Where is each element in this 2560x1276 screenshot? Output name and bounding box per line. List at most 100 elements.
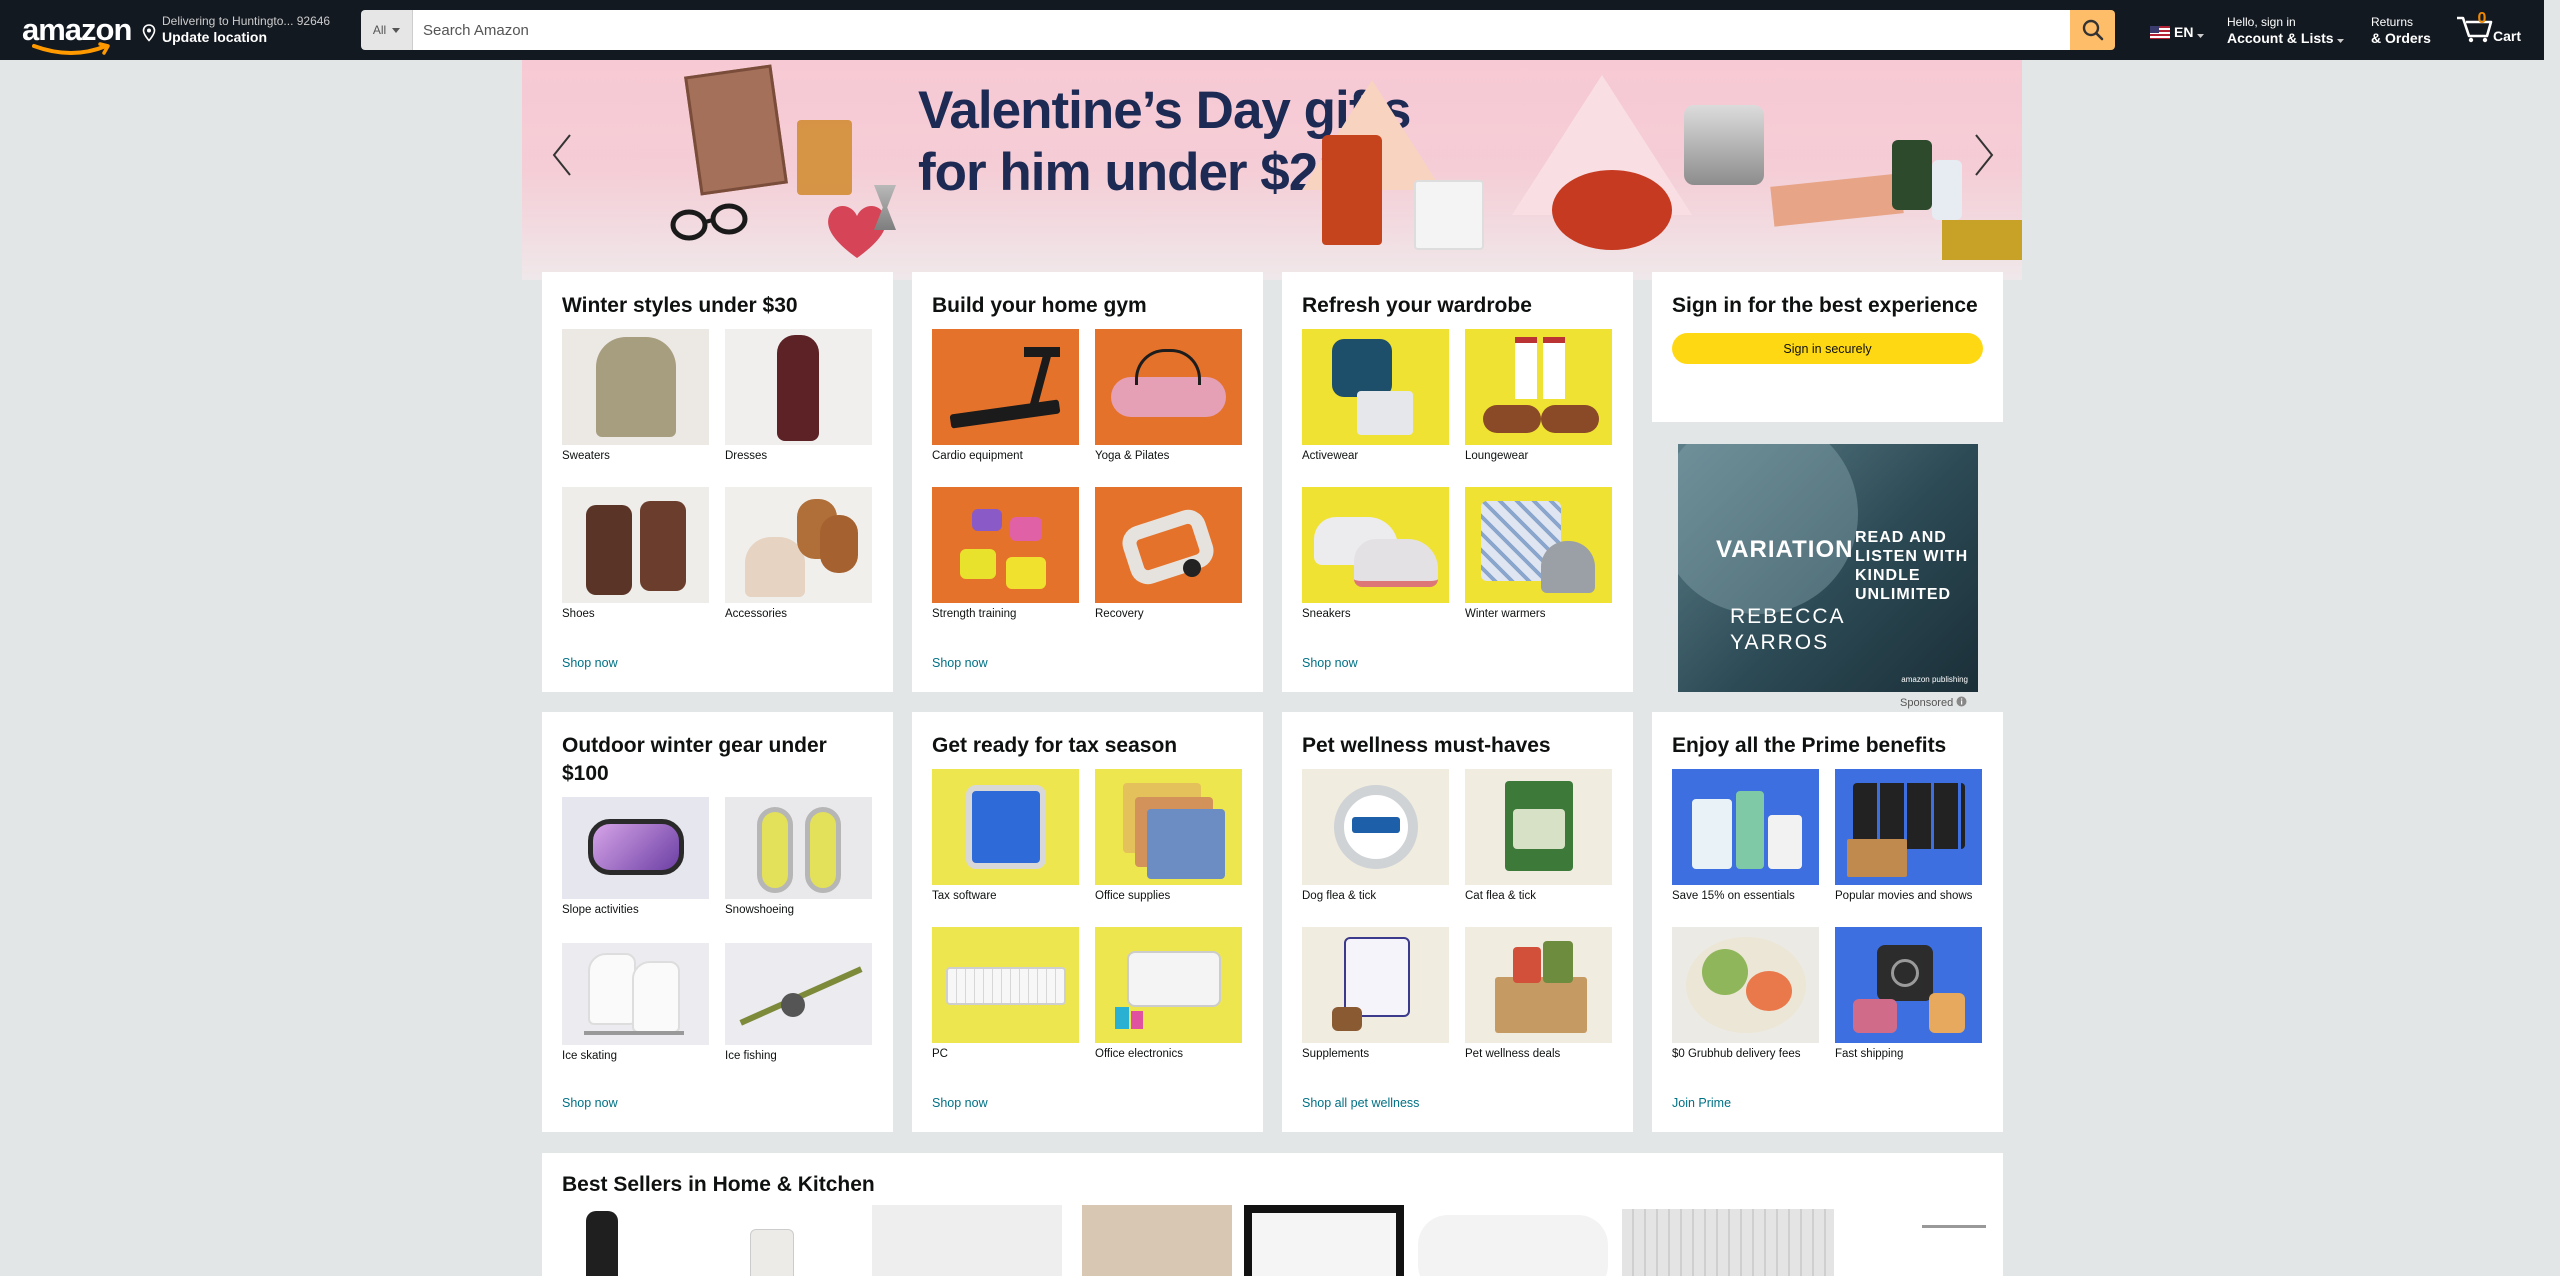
- movies-image: [1835, 769, 1982, 885]
- language-selector[interactable]: EN: [2150, 24, 2205, 40]
- shop-now-link[interactable]: Shop now: [1302, 656, 1358, 670]
- hero-heart-image: [828, 205, 886, 258]
- best-sellers-home-kitchen: Best Sellers in Home & Kitchen: [542, 1153, 2003, 1276]
- fast-shipping-image: [1835, 927, 1982, 1043]
- tile-office-supplies[interactable]: Office supplies: [1095, 769, 1242, 927]
- tile-slope-activities[interactable]: Slope activities: [562, 797, 709, 943]
- carousel-next-button[interactable]: [1964, 115, 2004, 195]
- tile-activewear[interactable]: Activewear: [1302, 329, 1449, 487]
- tile-office-electronics[interactable]: Office electronics: [1095, 927, 1242, 1085]
- massage-gun-image: [1095, 487, 1242, 603]
- best-seller-item[interactable]: [1418, 1205, 1608, 1276]
- shop-all-pet-wellness-link[interactable]: Shop all pet wellness: [1302, 1096, 1419, 1110]
- sponsored-ad-kindle-unlimited[interactable]: VARIATION REBECCA YARROS READ AND LISTEN…: [1678, 444, 1978, 692]
- deliver-to-location[interactable]: Delivering to Huntingto... 92646 Update …: [142, 14, 330, 45]
- shop-now-link[interactable]: Shop now: [932, 1096, 988, 1110]
- tile-popular-movies[interactable]: Popular movies and shows: [1835, 769, 1982, 927]
- tile-grubhub[interactable]: $0 Grubhub delivery fees: [1672, 927, 1819, 1085]
- best-seller-item[interactable]: [1082, 1205, 1232, 1276]
- shop-now-link[interactable]: Shop now: [562, 1096, 618, 1110]
- tile-pc[interactable]: PC: [932, 927, 1079, 1085]
- tile-recovery[interactable]: Recovery: [1095, 487, 1242, 645]
- tile-label: Loungewear: [1465, 450, 1529, 462]
- search-department-select[interactable]: All: [361, 10, 413, 50]
- hero-bottle-image: [1932, 160, 1962, 220]
- card-title: Pet wellness must-haves: [1302, 734, 1551, 757]
- hero-mat-image: [1942, 220, 2022, 260]
- shop-now-link[interactable]: Shop now: [932, 656, 988, 670]
- best-seller-item[interactable]: [1922, 1205, 1986, 1276]
- hero-camp-stove-image: [1684, 105, 1764, 185]
- keyboard-image: [932, 927, 1079, 1043]
- search-input[interactable]: [413, 10, 2070, 50]
- card-title: Build your home gym: [932, 294, 1147, 317]
- cart-count: 0: [2477, 10, 2487, 27]
- join-prime-link[interactable]: Join Prime: [1672, 1096, 1731, 1110]
- tile-accessories[interactable]: Accessories: [725, 487, 872, 645]
- tile-supplements[interactable]: Supplements: [1302, 927, 1449, 1085]
- chevron-right-icon: [1975, 134, 1994, 176]
- shop-now-link[interactable]: Shop now: [562, 656, 618, 670]
- card-title: Get ready for tax season: [932, 734, 1178, 757]
- tile-label: Slope activities: [562, 904, 639, 916]
- card-refresh-wardrobe: Refresh your wardrobe Activewear Loungew…: [1282, 272, 1633, 692]
- tile-tax-software[interactable]: Tax software: [932, 769, 1079, 927]
- search-icon: [2082, 19, 2103, 41]
- winter-warmers-image: [1465, 487, 1612, 603]
- tile-label: Shoes: [562, 608, 595, 620]
- card-outdoor-winter-gear: Outdoor winter gear under $100 Slope act…: [542, 712, 893, 1132]
- hero-grooming-kit-image: [1770, 173, 1904, 227]
- folders-image: [1095, 769, 1242, 885]
- tile-yoga[interactable]: Yoga & Pilates: [1095, 329, 1242, 487]
- tile-strength[interactable]: Strength training: [932, 487, 1079, 645]
- best-seller-item[interactable]: [1622, 1205, 1834, 1276]
- amazon-logo[interactable]: amazon: [22, 12, 132, 55]
- tile-loungewear[interactable]: Loungewear: [1465, 329, 1612, 487]
- tile-dog-flea-tick[interactable]: Dog flea & tick: [1302, 769, 1449, 927]
- tile-pet-wellness-deals[interactable]: Pet wellness deals: [1465, 927, 1612, 1085]
- search-button[interactable]: [2070, 10, 2115, 50]
- tile-label: Dog flea & tick: [1302, 890, 1377, 902]
- snowshoes-image: [725, 797, 872, 899]
- cart-button[interactable]: 0 Cart: [2455, 10, 2521, 49]
- tile-label: Pet wellness deals: [1465, 1048, 1561, 1060]
- carousel-prev-button[interactable]: [542, 115, 582, 195]
- best-seller-item[interactable]: [742, 1205, 802, 1276]
- hero-mug-image: [1414, 180, 1484, 250]
- tile-label: Popular movies and shows: [1835, 890, 1973, 902]
- returns-and-orders[interactable]: Returns & Orders: [2371, 15, 2431, 46]
- tile-label: $0 Grubhub delivery fees: [1672, 1048, 1801, 1060]
- chevron-left-icon: [552, 134, 571, 176]
- ad-book-title: VARIATION: [1716, 536, 1854, 563]
- tile-label: Cardio equipment: [932, 450, 1023, 462]
- tile-sweaters[interactable]: Sweaters: [562, 329, 709, 487]
- tile-cat-flea-tick[interactable]: Cat flea & tick: [1465, 769, 1612, 927]
- tile-label: Recovery: [1095, 608, 1144, 620]
- tile-shoes[interactable]: Shoes: [562, 487, 709, 645]
- tile-cardio[interactable]: Cardio equipment: [932, 329, 1079, 487]
- hero-glasses-image: [670, 203, 748, 241]
- tile-label: Office supplies: [1095, 890, 1171, 902]
- account-and-lists[interactable]: Hello, sign in Account & Lists: [2227, 15, 2345, 46]
- hero-carousel[interactable]: Valentine’s Day gifts for him under $20: [522, 60, 2022, 280]
- ad-author: REBECCA YARROS: [1730, 604, 1846, 656]
- tile-dresses[interactable]: Dresses: [725, 329, 872, 487]
- best-seller-item[interactable]: [1244, 1205, 1404, 1276]
- yoga-mat-image: [1095, 329, 1242, 445]
- best-seller-item[interactable]: [872, 1205, 1062, 1276]
- sign-in-securely-button[interactable]: Sign in securely: [1672, 333, 1983, 364]
- best-seller-item[interactable]: [582, 1205, 622, 1276]
- tile-ice-fishing[interactable]: Ice fishing: [725, 943, 872, 1089]
- tile-winter-warmers[interactable]: Winter warmers: [1465, 487, 1612, 645]
- tile-ice-skating[interactable]: Ice skating: [562, 943, 709, 1089]
- printer-image: [1095, 927, 1242, 1043]
- card-title: Winter styles under $30: [562, 294, 798, 317]
- seresto-collar-image: [1302, 769, 1449, 885]
- caret-down-icon: [392, 27, 401, 33]
- tile-fast-shipping[interactable]: Fast shipping: [1835, 927, 1982, 1085]
- tile-save-essentials[interactable]: Save 15% on essentials: [1672, 769, 1819, 927]
- tile-sneakers[interactable]: Sneakers: [1302, 487, 1449, 645]
- top-nav-bar: amazon Delivering to Huntingto... 92646 …: [0, 0, 2544, 60]
- sponsored-label[interactable]: Sponsored: [1900, 696, 1967, 709]
- tile-snowshoeing[interactable]: Snowshoeing: [725, 797, 872, 943]
